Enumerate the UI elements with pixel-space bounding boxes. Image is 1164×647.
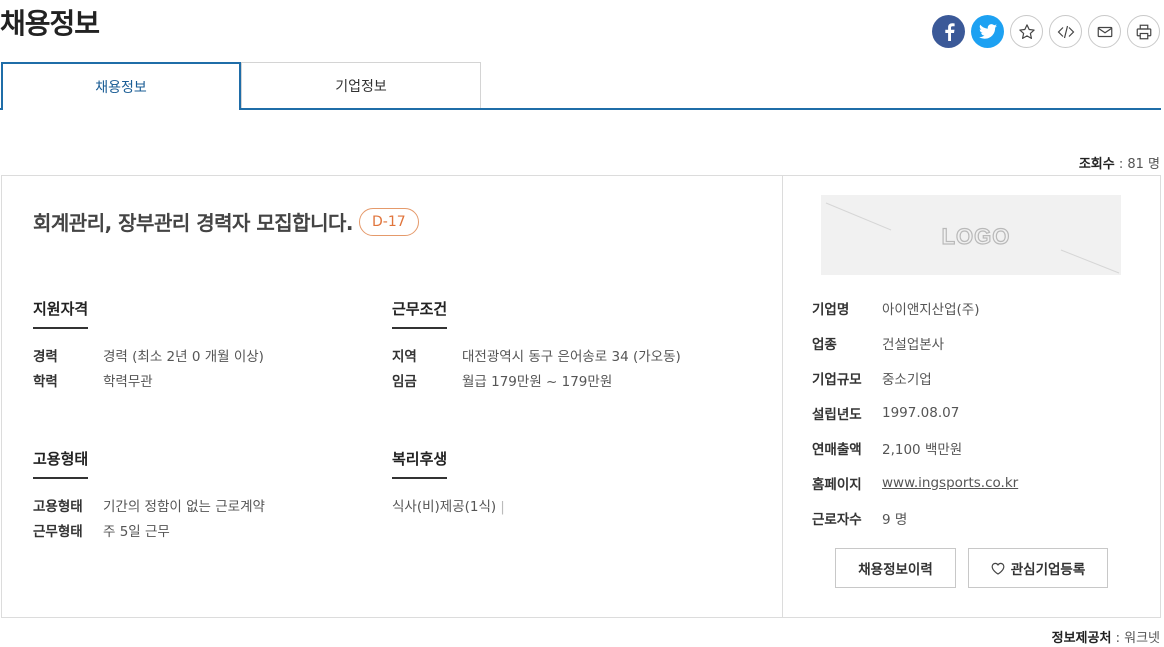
- row-key: 근무형태: [33, 524, 83, 540]
- card-divider: [782, 176, 783, 617]
- row-key: 학력: [33, 374, 58, 390]
- job-history-button[interactable]: 채용정보이력: [835, 548, 956, 588]
- company-row: 근로자수 9 명: [812, 500, 1018, 535]
- welfare-value: 식사(비)제공(1식): [392, 499, 497, 515]
- job-title-row: 회계관리, 장부관리 경력자 모집합니다. D-17: [33, 207, 419, 236]
- row-key: 기업명: [812, 301, 850, 318]
- view-count-sep: :: [1114, 157, 1128, 172]
- row-value: 2,100 백만원: [882, 441, 963, 458]
- employment-row: 근무형태 주 5일 근무: [33, 520, 265, 545]
- logo-placeholder-graphic: LOGO: [825, 202, 1120, 274]
- job-title: 회계관리, 장부관리 경력자 모집합니다.: [33, 211, 353, 235]
- company-actions: 채용정보이력 관심기업등록: [835, 548, 1108, 588]
- view-count-label: 조회수: [1078, 157, 1115, 172]
- qualification-row: 학력 학력무관: [33, 370, 264, 395]
- print-icon: [1136, 24, 1151, 39]
- row-key: 경력: [33, 349, 58, 365]
- row-value: 아이앤지산업(주): [882, 301, 980, 318]
- conditions-section: 근무조건 지역 대전광역시 동구 은어송로 34 (가오동) 임금 월급 179…: [392, 298, 681, 395]
- row-value: 월급 179만원 ~ 179만원: [462, 374, 613, 390]
- heart-icon: [991, 562, 1005, 575]
- tab-bar: 채용정보 기업정보: [0, 62, 1161, 110]
- company-row: 업종 건설업본사: [812, 325, 1018, 360]
- conditions-row: 지역 대전광역시 동구 은어송로 34 (가오동): [392, 345, 681, 370]
- welfare-heading: 복리후생: [392, 448, 448, 479]
- row-value: 1997.08.07: [882, 404, 960, 421]
- embed-button[interactable]: [1049, 15, 1082, 48]
- row-key: 홈페이지: [812, 476, 862, 493]
- row-key: 고용형태: [33, 499, 83, 515]
- company-row: 기업규모 중소기업: [812, 360, 1018, 395]
- employment-section: 고용형태 고용형태 기간의 정함이 없는 근로계약 근무형태 주 5일 근무: [33, 448, 265, 545]
- logo-text: LOGO: [942, 224, 1011, 249]
- row-key: 연매출액: [812, 441, 862, 458]
- row-value: 주 5일 근무: [103, 524, 170, 540]
- facebook-icon: [944, 22, 955, 41]
- company-logo: LOGO: [821, 195, 1121, 275]
- row-key: 근로자수: [812, 511, 862, 528]
- job-card: 회계관리, 장부관리 경력자 모집합니다. D-17 지원자격 경력 경력 (최…: [1, 175, 1161, 618]
- dday-badge: D-17: [358, 207, 419, 236]
- homepage-link[interactable]: www.ingsports.co.kr: [882, 475, 1018, 491]
- email-button[interactable]: [1088, 15, 1121, 48]
- row-key: 지역: [392, 349, 417, 365]
- view-count-value: 81 명: [1127, 157, 1160, 172]
- row-key: 업종: [812, 336, 837, 353]
- qualification-heading: 지원자격: [33, 298, 89, 329]
- company-row: 설립년도 1997.08.07: [812, 395, 1018, 430]
- conditions-heading: 근무조건: [392, 298, 448, 329]
- info-provider-label: 정보제공처: [1051, 631, 1112, 646]
- tab-company-info[interactable]: 기업정보: [241, 62, 481, 108]
- company-row: 홈페이지 www.ingsports.co.kr: [812, 465, 1018, 500]
- info-provider-sep: :: [1111, 631, 1125, 646]
- employment-row: 고용형태 기간의 정함이 없는 근로계약: [33, 495, 265, 520]
- row-key: 기업규모: [812, 371, 862, 388]
- share-bar: [932, 15, 1160, 48]
- row-value: 기간의 정함이 없는 근로계약: [103, 499, 265, 515]
- twitter-icon: [978, 24, 997, 39]
- qualification-section: 지원자격 경력 경력 (최소 2년 0 개월 이상) 학력 학력무관: [33, 298, 264, 395]
- qualification-row: 경력 경력 (최소 2년 0 개월 이상): [33, 345, 264, 370]
- print-button[interactable]: [1127, 15, 1160, 48]
- welfare-value-row: 식사(비)제공(1식) |: [392, 495, 505, 520]
- row-value: 9 명: [882, 511, 908, 528]
- mail-icon: [1097, 26, 1112, 37]
- bookmark-button[interactable]: [1010, 15, 1043, 48]
- row-value: 경력 (최소 2년 0 개월 이상): [103, 349, 264, 365]
- row-value: 대전광역시 동구 은어송로 34 (가오동): [462, 349, 681, 365]
- row-value: 학력무관: [103, 374, 153, 390]
- row-key: 임금: [392, 374, 417, 390]
- welfare-section: 복리후생 식사(비)제공(1식) |: [392, 448, 505, 520]
- page-title: 채용정보: [0, 7, 100, 40]
- company-info: 기업명 아이앤지산업(주) 업종 건설업본사 기업규모 중소기업 설립년도 1997.0…: [812, 290, 1018, 535]
- company-row: 기업명 아이앤지산업(주): [812, 290, 1018, 325]
- employment-heading: 고용형태: [33, 448, 89, 479]
- row-key: 설립년도: [812, 406, 862, 423]
- code-icon: [1057, 25, 1074, 38]
- favorite-company-label: 관심기업등록: [1010, 562, 1086, 578]
- welfare-separator: |: [500, 499, 505, 515]
- twitter-share-button[interactable]: [971, 15, 1004, 48]
- row-value: 중소기업: [882, 371, 932, 388]
- view-count: 조회수 : 81 명: [1079, 153, 1160, 172]
- star-icon: [1018, 23, 1035, 39]
- row-value: 건설업본사: [882, 336, 945, 353]
- tab-job-info[interactable]: 채용정보: [1, 62, 241, 110]
- favorite-company-button[interactable]: 관심기업등록: [968, 548, 1108, 588]
- company-row: 연매출액 2,100 백만원: [812, 430, 1018, 465]
- facebook-share-button[interactable]: [932, 15, 965, 48]
- conditions-row: 임금 월급 179만원 ~ 179만원: [392, 370, 681, 395]
- info-provider: 정보제공처 : 워크넷: [1052, 627, 1160, 646]
- info-provider-value: 워크넷: [1124, 631, 1160, 646]
- job-history-label: 채용정보이력: [858, 562, 933, 578]
